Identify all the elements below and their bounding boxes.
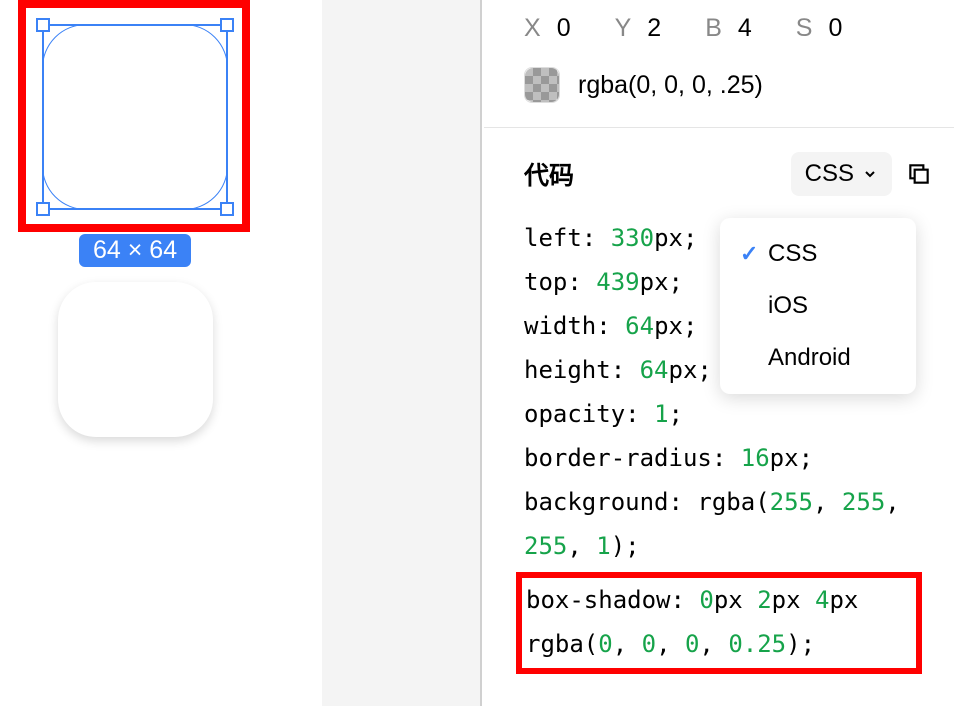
code-line-border-radius: border-radius: 16px;	[524, 436, 914, 480]
shadow-y-label: Y	[615, 14, 632, 43]
lang-option-label: CSS	[768, 240, 817, 268]
lang-option-android[interactable]: Android	[720, 332, 916, 384]
code-lang-dropdown[interactable]: CSS	[791, 152, 892, 196]
canvas-gutter	[322, 0, 482, 706]
code-line-box-shadow: box-shadow: 0px 2px 4px rgba(0, 0, 0, 0.…	[526, 578, 912, 666]
shadow-b-value[interactable]: 4	[738, 14, 752, 43]
code-line-opacity: opacity: 1;	[524, 392, 914, 436]
shadow-offset-row: X 0 Y 2 B 4 S 0	[484, 0, 954, 57]
lang-option-label: iOS	[768, 292, 808, 320]
resize-handle-tr[interactable]	[220, 18, 234, 32]
copy-icon[interactable]	[906, 161, 932, 187]
resize-handle-tl[interactable]	[36, 18, 50, 32]
lang-option-css[interactable]: ✓ CSS	[720, 228, 916, 280]
size-badge: 64 × 64	[79, 234, 191, 267]
shadow-color-row[interactable]: rgba(0, 0, 0, .25)	[484, 57, 954, 127]
code-lang-selected: CSS	[805, 160, 854, 188]
code-lang-menu: ✓ CSS iOS Android	[720, 218, 916, 394]
resize-handle-br[interactable]	[220, 202, 234, 216]
shadow-b-label: B	[705, 14, 722, 43]
shadow-x-value[interactable]: 0	[557, 14, 571, 43]
lang-option-ios[interactable]: iOS	[720, 280, 916, 332]
shadow-sample-shape[interactable]	[58, 282, 213, 437]
shadow-s-label: S	[796, 14, 813, 43]
shadow-y-value[interactable]: 2	[647, 14, 661, 43]
code-line-background: background: rgba(255, 255, 255, 1);	[524, 480, 914, 568]
shadow-color-text: rgba(0, 0, 0, .25)	[578, 71, 763, 100]
shadow-s-value[interactable]: 0	[828, 14, 842, 43]
annotation-highlight-2: box-shadow: 0px 2px 4px rgba(0, 0, 0, 0.…	[516, 572, 922, 674]
selected-element[interactable]	[42, 24, 228, 210]
lang-option-label: Android	[768, 344, 851, 372]
code-section-title: 代码	[524, 156, 574, 192]
inspector-panel: X 0 Y 2 B 4 S 0 rgba(0, 0, 0, .25) 代码 CS…	[484, 0, 954, 706]
code-header: 代码 CSS	[484, 128, 954, 208]
canvas-area[interactable]: 64 × 64	[0, 0, 322, 706]
chevron-down-icon	[862, 166, 878, 182]
check-icon: ✓	[740, 241, 760, 267]
shadow-x-label: X	[524, 14, 541, 43]
color-swatch-icon[interactable]	[524, 67, 560, 103]
resize-handle-bl[interactable]	[36, 202, 50, 216]
